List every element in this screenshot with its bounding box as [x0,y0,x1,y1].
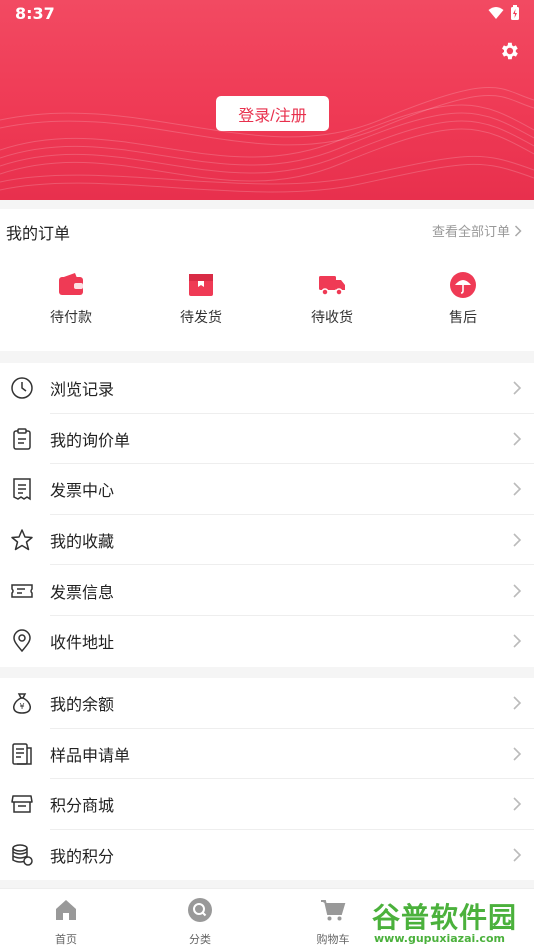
status-icons [488,5,520,21]
menu-item-inquiry[interactable]: 我的询价单 [0,414,534,465]
chevron-right-icon [513,797,522,812]
tab-label: 购物车 [316,933,350,946]
chevron-right-icon [513,482,522,497]
chevron-right-icon [513,696,522,710]
menu-item-label: 收件地址 [50,633,115,653]
settings-gear-icon[interactable] [498,40,520,62]
menu-item-my-points[interactable]: 我的积分 [0,830,534,881]
menu-item-invoice-center[interactable]: 发票中心 [0,464,534,515]
battery-icon [511,5,519,20]
menu-group-2: ¥ 我的余额 样品申请单 积分商城 我的积分 [0,678,534,881]
orders-title: 我的订单 [6,224,71,243]
view-all-orders-link[interactable]: 查看全部订单 [432,221,522,240]
ticket-icon [11,583,33,598]
view-all-orders-label: 查看全部订单 [431,225,510,240]
document-icon [12,743,32,765]
menu-item-label: 我的询价单 [50,430,131,450]
chevron-right-icon [513,432,522,446]
clock-icon [11,377,33,400]
order-item-label: 售后 [449,310,477,326]
star-icon [11,529,33,551]
status-bar: 8:37 [0,0,534,28]
menu-item-label: 我的收藏 [50,532,115,552]
menu-item-balance[interactable]: ¥ 我的余额 [0,678,534,729]
tab-category[interactable]: 分类 [160,897,240,947]
menu-item-label: 积分商城 [50,796,115,816]
tab-label: 首页 [55,933,77,946]
store-icon [11,795,33,814]
login-register-button[interactable]: 登录/注册 [216,96,329,131]
umbrella-icon [450,272,476,298]
menu-item-address[interactable]: 收件地址 [0,616,534,667]
order-pending-payment[interactable]: 待付款 [31,271,111,327]
chevron-right-icon [513,848,522,862]
orders-section: 我的订单 查看全部订单 待付款 待发货 待收货 售后 [0,209,534,351]
menu-item-label: 浏览记录 [50,380,115,400]
wallet-icon [59,273,83,295]
category-icon [188,898,212,922]
profile-header: 8:37 登录/注册 [0,0,534,200]
receipt-icon [13,478,31,501]
chevron-right-icon [513,381,522,395]
coins-icon [12,844,33,866]
site-watermark: 谷普软件园 www.gupuxiazai.com [368,894,532,948]
menu-item-sample-request[interactable]: 样品申请单 [0,729,534,780]
menu-group-1: 浏览记录 我的询价单 发票中心 我的收藏 发票信息 收件地址 [0,363,534,667]
location-pin-icon [13,629,31,653]
chevron-right-icon [513,747,522,761]
tab-label: 分类 [189,933,211,946]
menu-item-history[interactable]: 浏览记录 [0,363,534,414]
cart-icon [321,900,346,921]
chevron-right-icon [513,584,522,598]
menu-item-label: 我的积分 [50,847,115,867]
order-pending-shipment[interactable]: 待发货 [161,271,241,327]
tab-cart[interactable]: 购物车 [293,897,373,947]
menu-item-label: 样品申请单 [50,745,131,765]
svg-text:¥: ¥ [19,702,24,711]
menu-item-label: 发票中心 [50,481,115,501]
menu-item-label: 发票信息 [50,582,115,602]
tab-home[interactable]: 首页 [26,897,106,947]
chevron-right-icon [514,224,522,237]
order-pending-receipt[interactable]: 待收货 [292,271,372,327]
home-icon [56,900,76,920]
package-icon [189,274,213,296]
truck-icon [319,276,345,296]
order-item-label: 待付款 [50,310,92,326]
order-item-label: 待收货 [311,310,353,326]
order-item-label: 待发货 [180,310,222,326]
wifi-icon [488,7,504,19]
menu-item-label: 我的余额 [50,695,115,715]
order-after-sales[interactable]: 售后 [423,271,503,327]
chevron-right-icon [513,634,522,648]
watermark-title: 谷普软件园 [372,901,518,934]
status-time: 8:37 [15,4,55,23]
watermark-url: www.gupuxiazai.com [374,932,505,945]
money-bag-icon: ¥ [13,693,31,715]
clipboard-icon [13,428,31,450]
menu-item-points-mall[interactable]: 积分商城 [0,779,534,830]
chevron-right-icon [513,533,522,547]
menu-item-favorites[interactable]: 我的收藏 [0,515,534,566]
menu-item-invoice-info[interactable]: 发票信息 [0,565,534,616]
